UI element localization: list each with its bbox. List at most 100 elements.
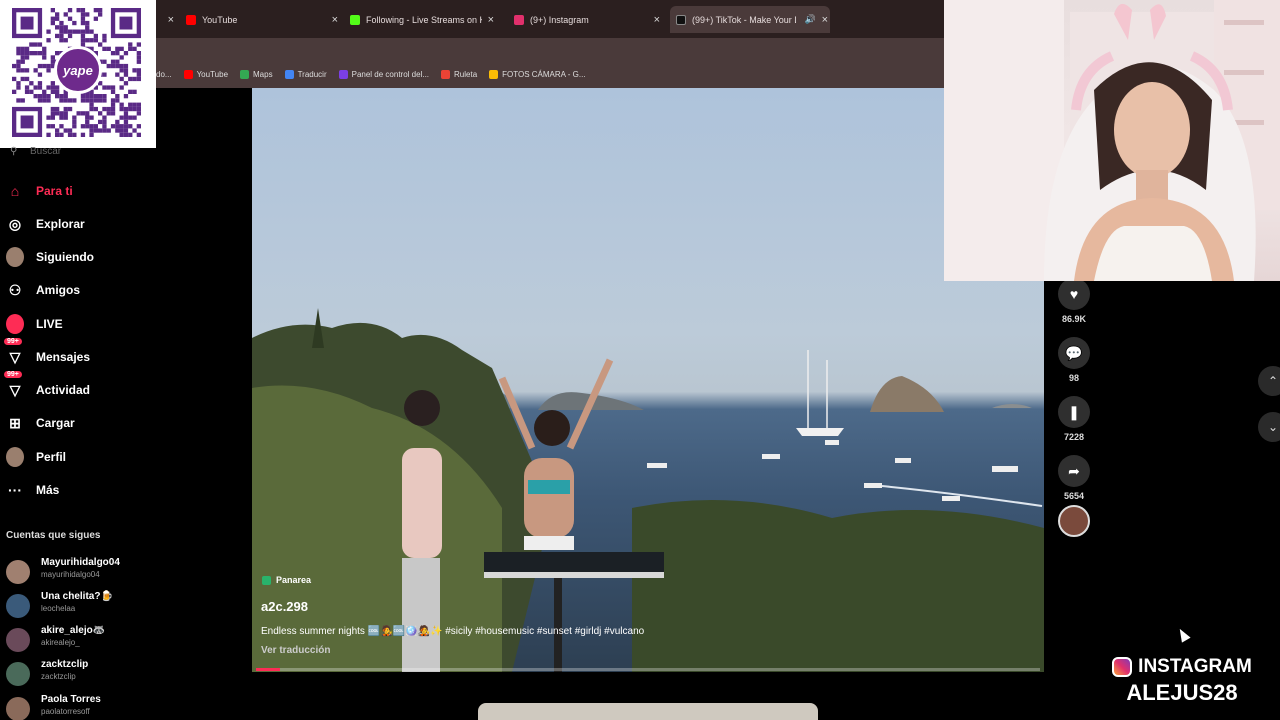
bookmark-action[interactable]: ❚ 7228 [1052, 396, 1096, 442]
following-item[interactable]: Paola Torres paolatorresoff [6, 693, 152, 720]
translate-link[interactable]: Ver traducción [261, 645, 330, 656]
following-item[interactable]: zacktzclip zacktzclip [6, 658, 152, 688]
bookmark-label: Traducir [297, 70, 327, 79]
profile-icon [6, 447, 24, 467]
chevron-up-icon: ⌃ [1268, 374, 1279, 388]
tab-label: Following - Live Streams on Kick [366, 14, 482, 25]
action-count: 7228 [1063, 432, 1085, 442]
share-action[interactable]: ➦ 5654 [1052, 455, 1096, 501]
address-bar[interactable] [156, 38, 944, 61]
following-handle: leochelaa [41, 604, 76, 613]
sidebar-item-para-ti[interactable]: ⌂ Para ti [0, 176, 150, 206]
bookmark-item[interactable]: Ruleta [441, 70, 477, 79]
sidebar-item-label: Mensajes [36, 350, 91, 364]
avatar [6, 662, 30, 686]
next-video-peek [478, 703, 818, 720]
avatar [6, 447, 24, 467]
kick-favicon-icon [350, 14, 360, 25]
following-handle: akirealejo_ [41, 638, 80, 647]
browser-tab-active[interactable]: (99+) TikTok - Make Your Day 🔊 × [670, 6, 830, 33]
sidebar-item-label: Explorar [36, 217, 85, 231]
avatar [6, 247, 24, 267]
bookmark-icon[interactable]: ❚ [1058, 396, 1090, 428]
bookmark-icon [183, 70, 193, 79]
bookmark-item[interactable]: FOTOS CÁMARA - G... [489, 70, 586, 79]
sidebar-item-label: Amigos [36, 283, 81, 297]
message-icon: ▽ [9, 348, 21, 365]
sidebar-item-m-s[interactable]: ··· Más [0, 475, 150, 505]
close-icon[interactable]: × [332, 14, 338, 26]
browser-tab[interactable]: Following - Live Streams on Kick × [344, 6, 496, 33]
following-item[interactable]: Una chelita?🍺 leochelaa [6, 590, 152, 620]
following-item[interactable]: Mayurihidalgo04 mayurihidalgo04 [6, 556, 152, 586]
bookmark-item[interactable]: Maps [240, 70, 273, 79]
sidebar-item-amigos[interactable]: ⚇ Amigos [0, 275, 150, 305]
search-placeholder: Buscar [30, 146, 62, 157]
comment-icon[interactable]: 💬 [1058, 337, 1090, 369]
video-progress-bar[interactable] [256, 668, 1040, 671]
close-icon[interactable]: × [654, 14, 660, 26]
following-name: Una chelita?🍺 [41, 591, 113, 602]
browser-tab[interactable]: (9+) Instagram × [508, 6, 662, 33]
bookmark-label: Ruleta [454, 70, 478, 79]
tab-label: YouTube [202, 14, 238, 25]
bookmark-item[interactable]: Panel de control del... [338, 70, 429, 79]
sidebar-item-cargar[interactable]: ⊞ Cargar [0, 408, 150, 438]
heart-action[interactable]: ♥ 86.9K [1052, 278, 1096, 324]
speaker-icon[interactable]: 🔊 [805, 14, 816, 25]
avatar [6, 628, 30, 652]
bookmark-icon [441, 70, 451, 79]
sidebar-item-label: Más [36, 483, 60, 497]
avatar [6, 594, 30, 618]
bookmark-item[interactable]: Traducir [284, 70, 327, 79]
instagram-label: INSTAGRAM [1138, 656, 1252, 677]
following-handle: paolatorresoff [41, 707, 90, 716]
tab-label: (9+) Instagram [530, 14, 589, 25]
following-handle: mayurihidalgo04 [41, 570, 100, 579]
location-label: Panarea [276, 575, 312, 585]
location-tag[interactable]: Panarea [262, 575, 311, 585]
sidebar-item-siguiendo[interactable]: Siguiendo [0, 242, 150, 272]
webcam-frame [944, 0, 1280, 281]
video-frame [252, 308, 1044, 672]
bookmark-item[interactable]: YouTube [183, 70, 228, 79]
bookmark-icon [284, 70, 294, 79]
close-icon[interactable]: × [488, 14, 494, 26]
next-video-button[interactable]: ⌄ [1258, 412, 1280, 442]
sidebar-item-explorar[interactable]: ◎ Explorar [0, 209, 150, 239]
video-player[interactable]: Panarea a2c.298 Endless summer nights 🆒🧑… [252, 88, 1044, 672]
notification-badge: 99+ [4, 371, 22, 378]
search-input[interactable]: ⚲ Buscar [0, 146, 150, 160]
location-icon [262, 575, 271, 585]
comment-action[interactable]: 💬 98 [1052, 337, 1096, 383]
video-author[interactable]: a2c.298 [261, 599, 308, 614]
following-handle: zacktzclip [41, 672, 76, 681]
yape-qr-code: yape [0, 0, 156, 148]
bookmark-label: FOTOS CÁMARA - G... [502, 70, 586, 79]
sidebar-item-actividad[interactable]: ▽ 99+ Actividad [0, 371, 150, 405]
instagram-row: INSTAGRAM [1086, 656, 1278, 678]
sidebar-item-perfil[interactable]: Perfil [0, 442, 150, 472]
live-icon [6, 314, 24, 334]
share-icon[interactable]: ➦ [1058, 455, 1090, 487]
sidebar-item-mensajes[interactable]: ▽ 99+ Mensajes [0, 338, 150, 372]
action-count: 5654 [1063, 491, 1085, 501]
sidebar-item-label: Perfil [36, 450, 67, 464]
author-avatar[interactable] [1058, 505, 1090, 537]
bookmarks-bar: do... YouTube Maps Traducir Panel de control… [156, 61, 944, 88]
bookmark-item[interactable]: do... [156, 70, 172, 79]
compass-icon: ◎ [8, 215, 22, 232]
heart-icon[interactable]: ♥ [1058, 278, 1090, 310]
following-item[interactable]: akire_alejo🦝 akirealejo_ [6, 624, 152, 654]
close-icon[interactable]: × [822, 14, 828, 26]
avatar [6, 314, 24, 334]
sidebar-item-label: Actividad [36, 383, 91, 397]
previous-video-button[interactable]: ⌃ [1258, 366, 1280, 396]
browser-tab[interactable]: YouTube × [180, 6, 340, 33]
action-count: 86.9K [1061, 314, 1087, 324]
screen: × YouTube × Following - Live Streams on … [0, 0, 1280, 720]
close-icon[interactable]: × [168, 14, 174, 26]
instagram-overlay: INSTAGRAM ALEJUS28 [1086, 656, 1278, 706]
browser-tab[interactable]: × [156, 6, 176, 33]
sidebar-item-live[interactable]: LIVE [0, 309, 150, 339]
